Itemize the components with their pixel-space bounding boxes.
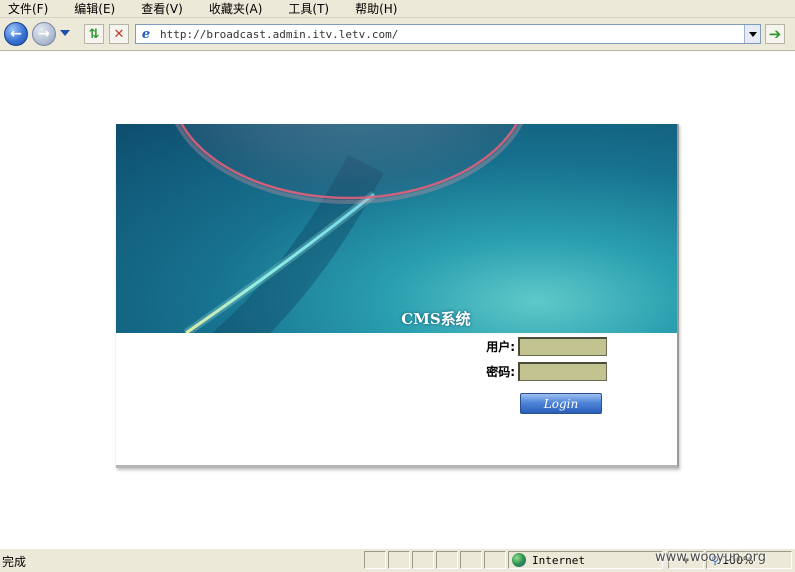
menu-tools[interactable]: 工具(T) [288,0,329,17]
forward-button[interactable]: → [32,22,56,46]
address-url[interactable]: http://broadcast.admin.itv.letv.com/ [160,28,398,41]
go-button[interactable]: ➔ [765,24,785,44]
page-title: CMS系统 [401,310,471,328]
login-panel: CMS系统 用户: 密码: Login [116,124,679,468]
toolbar: ← → ⇅ ✕ e http://broadcast.admin.itv.let… [0,18,795,51]
back-button[interactable]: ← [4,22,28,46]
status-pane [412,551,434,569]
menu-edit[interactable]: 编辑(E) [74,0,115,17]
menu-help[interactable]: 帮助(H) [355,0,397,17]
status-pane [460,551,482,569]
username-label: 用户: [486,340,515,354]
go-arrow-icon: ➔ [768,25,782,43]
username-row: 用户: [481,337,607,356]
status-pane [364,551,386,569]
security-zone[interactable]: Internet [508,551,663,569]
status-pane [388,551,410,569]
history-dropdown-icon[interactable] [60,30,70,36]
stop-button[interactable]: ✕ [109,24,129,44]
arrow-left-icon: ← [10,26,22,42]
refresh-icon: ⇅ [88,26,100,42]
address-bar[interactable]: e http://broadcast.admin.itv.letv.com/ [135,24,761,44]
menu-view[interactable]: 查看(V) [141,0,183,17]
address-dropdown-button[interactable] [744,25,760,43]
password-row: 密码: [481,362,607,381]
chevron-down-icon [748,31,757,37]
password-input[interactable] [518,362,607,381]
arrow-right-icon: → [38,26,50,42]
password-label: 密码: [486,365,515,379]
stop-icon: ✕ [113,26,125,42]
status-pane [436,551,458,569]
refresh-button[interactable]: ⇅ [84,24,104,44]
banner-image: CMS系统 [116,124,677,333]
menu-bar: 文件(F) 编辑(E) 查看(V) 收藏夹(A) 工具(T) 帮助(H) [0,0,795,18]
status-text: 完成 [2,555,27,569]
ie-page-icon: e [141,26,151,42]
menu-favorites[interactable]: 收藏夹(A) [209,0,263,17]
menu-file[interactable]: 文件(F) [8,0,48,17]
login-button[interactable]: Login [520,393,602,414]
globe-icon [512,553,526,567]
zone-label: Internet [532,553,585,567]
watermark: www.wooyun.org [655,550,767,565]
banner-art [174,124,524,333]
status-pane [484,551,506,569]
username-input[interactable] [518,337,607,356]
